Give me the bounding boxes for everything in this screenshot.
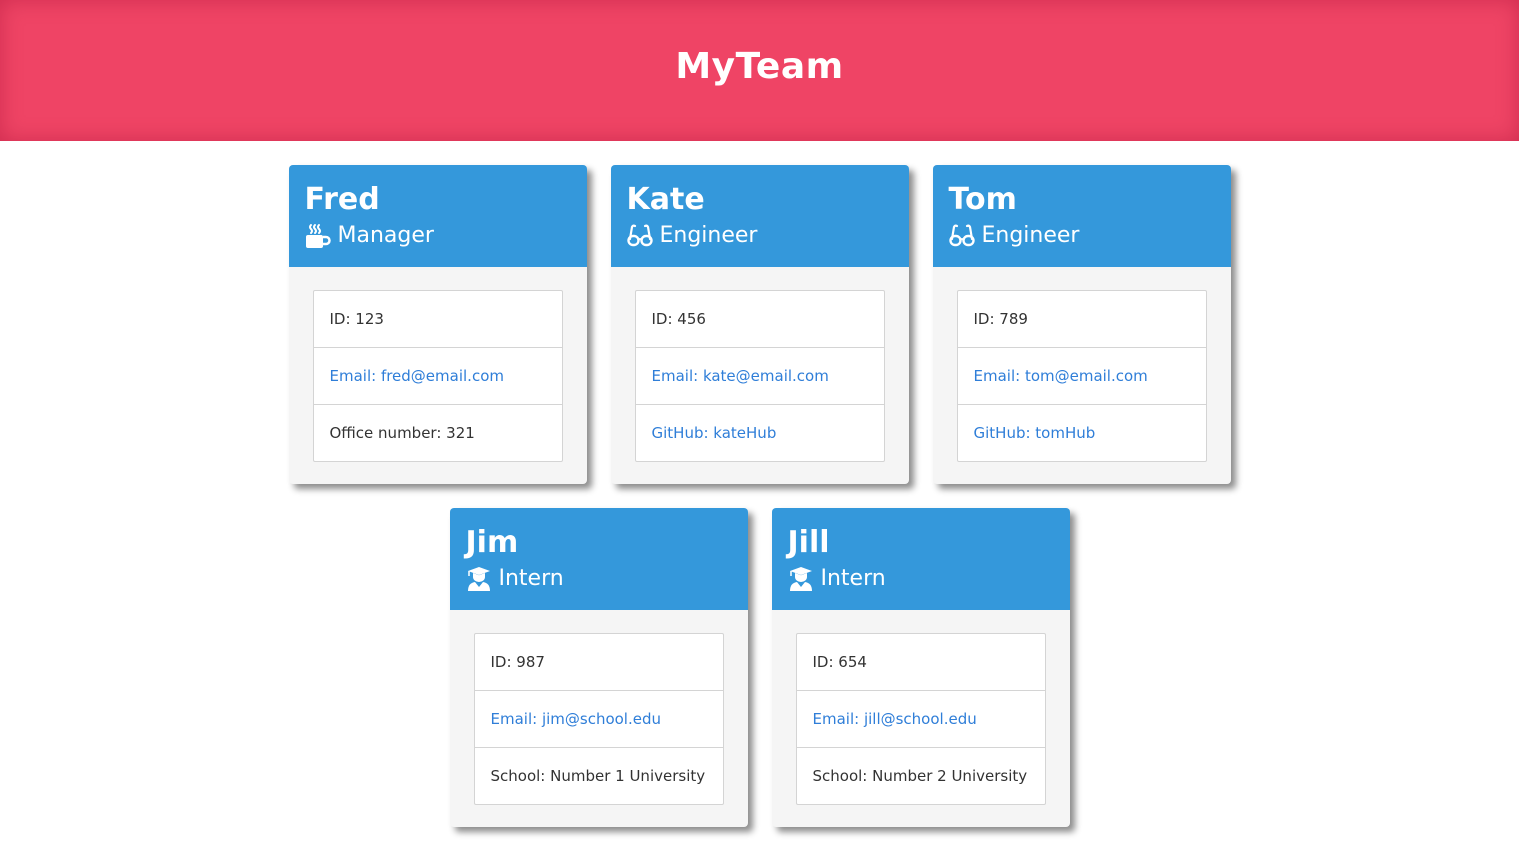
email-link[interactable]: Email: jim@school.edu: [491, 710, 662, 728]
team-row-1: Fred Manager ID: 123 Email: fred@email.c…: [0, 165, 1519, 484]
employee-email: Email: jill@school.edu: [796, 691, 1045, 748]
card-header: Fred Manager: [288, 165, 587, 267]
employee-email: Email: jim@school.edu: [474, 691, 723, 748]
page-header: MyTeam: [0, 0, 1519, 141]
employee-role: Engineer: [948, 218, 1215, 254]
employee-email: Email: kate@email.com: [635, 348, 884, 405]
employee-email: Email: tom@email.com: [957, 348, 1206, 405]
role-label: Engineer: [659, 223, 758, 248]
office-number: Office number: 321: [329, 424, 475, 442]
info-list: ID: 987 Email: jim@school.edu School: Nu…: [473, 633, 724, 805]
card-header: Jim Intern: [449, 508, 748, 610]
employee-role: Intern: [466, 561, 732, 597]
employee-id: ID: 654: [796, 634, 1045, 691]
employee-id: ID: 123: [313, 291, 562, 348]
employee-name: Tom: [948, 182, 1017, 217]
employee-name: Jim: [465, 525, 519, 560]
employee-card-engineer: Tom Engineer ID: 789 Email: tom@email.co…: [932, 165, 1231, 484]
employee-id: ID: 789: [957, 291, 1206, 348]
employee-id: ID: 456: [635, 291, 884, 348]
glasses-icon: [948, 223, 975, 249]
email-link[interactable]: Email: tom@email.com: [974, 367, 1148, 385]
employee-name: Jill: [787, 525, 830, 560]
team-row-2: Jim Intern ID: 987 Email: jim@school.edu…: [0, 508, 1519, 827]
info-list: ID: 456 Email: kate@email.com GitHub: ka…: [634, 290, 885, 462]
glasses-icon: [626, 223, 653, 249]
info-list: ID: 789 Email: tom@email.com GitHub: tom…: [956, 290, 1207, 462]
employee-role: Manager: [305, 218, 571, 254]
role-label: Manager: [337, 223, 434, 248]
employee-name: Kate: [626, 182, 705, 217]
employee-role: Engineer: [626, 218, 893, 254]
employee-email: Email: fred@email.com: [313, 348, 562, 405]
role-label: Intern: [820, 566, 886, 591]
role-label: Engineer: [981, 223, 1080, 248]
email-link[interactable]: Email: kate@email.com: [652, 367, 829, 385]
employee-github: GitHub: tomHub: [958, 405, 1206, 461]
email-link[interactable]: Email: jill@school.edu: [813, 710, 977, 728]
github-link[interactable]: GitHub: kateHub: [652, 424, 777, 442]
info-list: ID: 654 Email: jill@school.edu School: N…: [795, 633, 1046, 805]
card-header: Kate Engineer: [610, 165, 909, 267]
role-label: Intern: [498, 566, 564, 591]
graduate-icon: [788, 566, 814, 592]
employee-role: Intern: [788, 561, 1054, 597]
coffee-mug-icon: [305, 223, 331, 249]
page-title: MyTeam: [675, 46, 844, 87]
graduate-icon: [466, 566, 492, 592]
employee-name: Fred: [304, 182, 380, 217]
employee-card-intern: Jill Intern ID: 654 Email: jill@school.e…: [771, 508, 1070, 827]
employee-card-engineer: Kate Engineer ID: 456 Email: kate@email.…: [610, 165, 909, 484]
employee-school: School: Number 2 University: [812, 767, 1028, 785]
github-link[interactable]: GitHub: tomHub: [974, 424, 1096, 442]
employee-card-intern: Jim Intern ID: 987 Email: jim@school.edu…: [449, 508, 748, 827]
employee-github: GitHub: kateHub: [636, 405, 884, 461]
email-link[interactable]: Email: fred@email.com: [330, 367, 504, 385]
info-list: ID: 123 Email: fred@email.com Office num…: [312, 290, 563, 462]
employee-school: School: Number 1 University: [490, 767, 706, 785]
employee-id: ID: 987: [474, 634, 723, 691]
card-header: Tom Engineer: [932, 165, 1231, 267]
card-header: Jill Intern: [771, 508, 1070, 610]
employee-card-manager: Fred Manager ID: 123 Email: fred@email.c…: [288, 165, 587, 484]
